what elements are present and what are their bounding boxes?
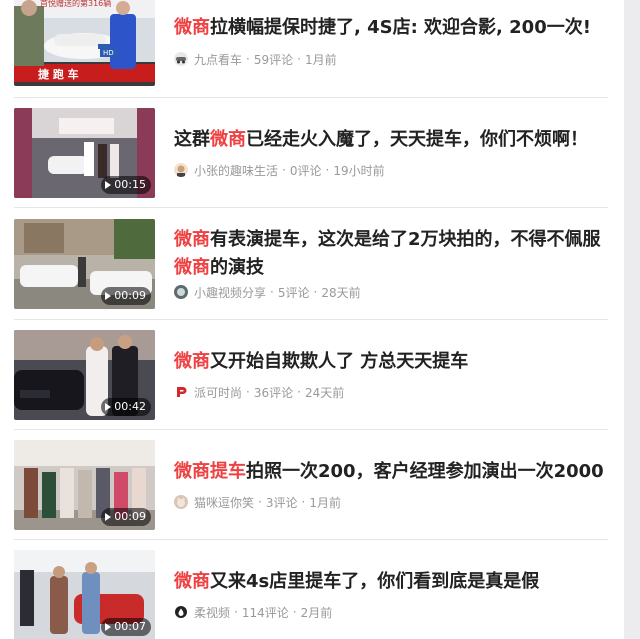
publish-time: 1月前 (309, 495, 341, 510)
title-text: 拍照一次200，客户经理参加演出一次2000 (246, 461, 604, 482)
article-title[interactable]: 微商提车拍照一次200，客户经理参加演出一次2000 (174, 458, 606, 486)
source-name[interactable]: 猫咪逗你笑 (194, 494, 254, 511)
play-icon (105, 623, 112, 631)
meta-separator: · (258, 495, 262, 509)
source-name[interactable]: 小趣视频分享 (194, 284, 266, 301)
article-title[interactable]: 微商又来4s店里提车了，你们看到底是真是假 (174, 568, 606, 596)
article-title[interactable]: 这群微商已经走火入魔了，天天提车，你们不烦啊！ (174, 126, 606, 154)
title-text: 已经走火入魔了，天天提车，你们不烦啊！ (246, 129, 588, 150)
article-meta: 猫咪逗你笑 · 3评论 · 1月前 (174, 493, 341, 511)
source-name[interactable]: 九点看车 (194, 51, 242, 68)
car-showroom-photo (14, 0, 155, 86)
list-item[interactable]: 00:09 微商有表演提车，这次是给了2万块拍的，不得不佩服微商的演技 小趣视频… (14, 208, 608, 320)
duration-text: 00:42 (114, 400, 146, 413)
article-meta: 柔视频 · 114评论 · 2月前 (174, 603, 332, 621)
source-name[interactable]: 派可时尚 (194, 384, 242, 401)
list-item[interactable]: 00:07 微商又来4s店里提车了，你们看到底是真是假 柔视频 · 114评论 … (14, 540, 608, 639)
video-duration-badge: 00:07 (101, 618, 151, 636)
video-duration-badge: 00:42 (101, 398, 151, 416)
cat-avatar-icon (174, 495, 188, 509)
video-duration-badge: 00:15 (101, 176, 151, 194)
comment-count[interactable]: 59评论 (254, 51, 293, 68)
comment-count[interactable]: 3评论 (266, 494, 298, 511)
meta-separator: · (282, 163, 286, 177)
source-name[interactable]: 小张的趣味生活 (194, 162, 278, 179)
meta-separator: · (246, 385, 250, 399)
title-keyword: 微商 (210, 129, 246, 150)
title-text: 这群 (174, 129, 210, 150)
title-text: 有表演提车，这次是给了2万块拍的，不得不佩服 (210, 229, 601, 250)
publish-time: 28天前 (321, 285, 361, 300)
play-icon (105, 292, 112, 300)
title-keyword: 微商 (174, 229, 210, 250)
video-duration-badge: 00:09 (101, 287, 151, 305)
article-meta: 派可时尚 · 36评论 · 24天前 (174, 383, 344, 401)
title-keyword: 微商提车 (174, 461, 246, 482)
comment-count[interactable]: 36评论 (254, 384, 293, 401)
publish-time: 1月前 (304, 52, 337, 67)
video-duration-badge: 00:09 (101, 508, 151, 526)
list-item[interactable]: 00:42 微商又开始自欺欺人了 方总天天提车 派可时尚 · 36评论 · 24… (14, 320, 608, 430)
article-thumbnail[interactable]: 00:07 (14, 550, 155, 639)
license-plate: HD (100, 49, 117, 57)
scrollbar-track[interactable] (624, 0, 640, 639)
article-meta: 九点看车 · 59评论 · 1月前 (174, 50, 337, 68)
duration-text: 00:07 (114, 620, 146, 633)
meta-separator: · (297, 385, 301, 399)
meta-separator: · (270, 285, 274, 299)
play-icon (105, 513, 112, 521)
publish-time: 24天前 (304, 385, 345, 400)
meta-separator: · (292, 605, 297, 619)
list-item[interactable]: 00:15 这群微商已经走火入魔了，天天提车，你们不烦啊！ 小张的趣味生活 · … (14, 98, 608, 208)
brand-p-logo-icon (174, 385, 188, 399)
comment-count[interactable]: 0评论 (290, 162, 322, 179)
title-text: 拉横幅提保时捷了, 4S店: 欢迎合影, 200一次! (210, 17, 591, 38)
meta-separator: · (313, 285, 318, 299)
publish-time: 19小时前 (333, 163, 385, 178)
article-thumbnail[interactable]: 首悦赠送的第316辆 HD 捷 跑 车 (14, 0, 155, 86)
article-thumbnail[interactable]: 00:09 (14, 219, 155, 309)
article-meta: 小张的趣味生活 · 0评论 · 19小时前 (174, 161, 385, 179)
duration-text: 00:09 (114, 510, 146, 523)
thumb-caption-bottom: 捷 跑 车 (38, 68, 79, 81)
meta-separator: · (297, 52, 301, 66)
source-name[interactable]: 柔视频 (194, 604, 230, 621)
play-icon (105, 181, 112, 189)
meta-separator: · (234, 605, 238, 619)
article-thumbnail[interactable]: 00:15 (14, 108, 155, 198)
article-meta: 小趣视频分享 · 5评论 · 28天前 (174, 283, 361, 301)
comment-count[interactable]: 5评论 (278, 284, 310, 301)
play-icon (105, 403, 112, 411)
list-item[interactable]: 首悦赠送的第316辆 HD 捷 跑 车 微商拉横幅提保时捷了, 4S店: 欢迎合… (14, 0, 608, 98)
person-avatar-icon (174, 163, 188, 177)
comment-count[interactable]: 114评论 (242, 604, 289, 621)
title-keyword: 微商 (174, 257, 210, 278)
article-title[interactable]: 微商拉横幅提保时捷了, 4S店: 欢迎合影, 200一次! (174, 14, 606, 42)
title-keyword: 微商 (174, 351, 210, 372)
car-logo-icon (174, 52, 188, 66)
article-title[interactable]: 微商又开始自欺欺人了 方总天天提车 (174, 348, 606, 376)
duration-text: 00:09 (114, 289, 146, 302)
duration-text: 00:15 (114, 178, 146, 191)
meta-separator: · (325, 163, 330, 177)
publish-time: 2月前 (300, 605, 333, 620)
list-item[interactable]: 00:09 微商提车拍照一次200，客户经理参加演出一次2000 猫咪逗你笑 ·… (14, 430, 608, 540)
title-text: 的演技 (210, 257, 264, 278)
drop-logo-icon (174, 605, 188, 619)
meta-separator: · (301, 495, 306, 509)
article-title[interactable]: 微商有表演提车，这次是给了2万块拍的，不得不佩服微商的演技 (174, 226, 606, 282)
title-text: 又来4s店里提车了，你们看到底是真是假 (210, 571, 540, 592)
title-keyword: 微商 (174, 17, 210, 38)
title-keyword: 微商 (174, 571, 210, 592)
channel-avatar-icon (174, 285, 188, 299)
news-feed-page: 首悦赠送的第316辆 HD 捷 跑 车 微商拉横幅提保时捷了, 4S店: 欢迎合… (0, 0, 640, 639)
thumb-caption-top: 首悦赠送的第316辆 (40, 0, 112, 8)
article-thumbnail[interactable]: 00:09 (14, 440, 155, 530)
meta-separator: · (246, 52, 250, 66)
title-text: 又开始自欺欺人了 方总天天提车 (210, 351, 469, 372)
article-thumbnail[interactable]: 00:42 (14, 330, 155, 420)
